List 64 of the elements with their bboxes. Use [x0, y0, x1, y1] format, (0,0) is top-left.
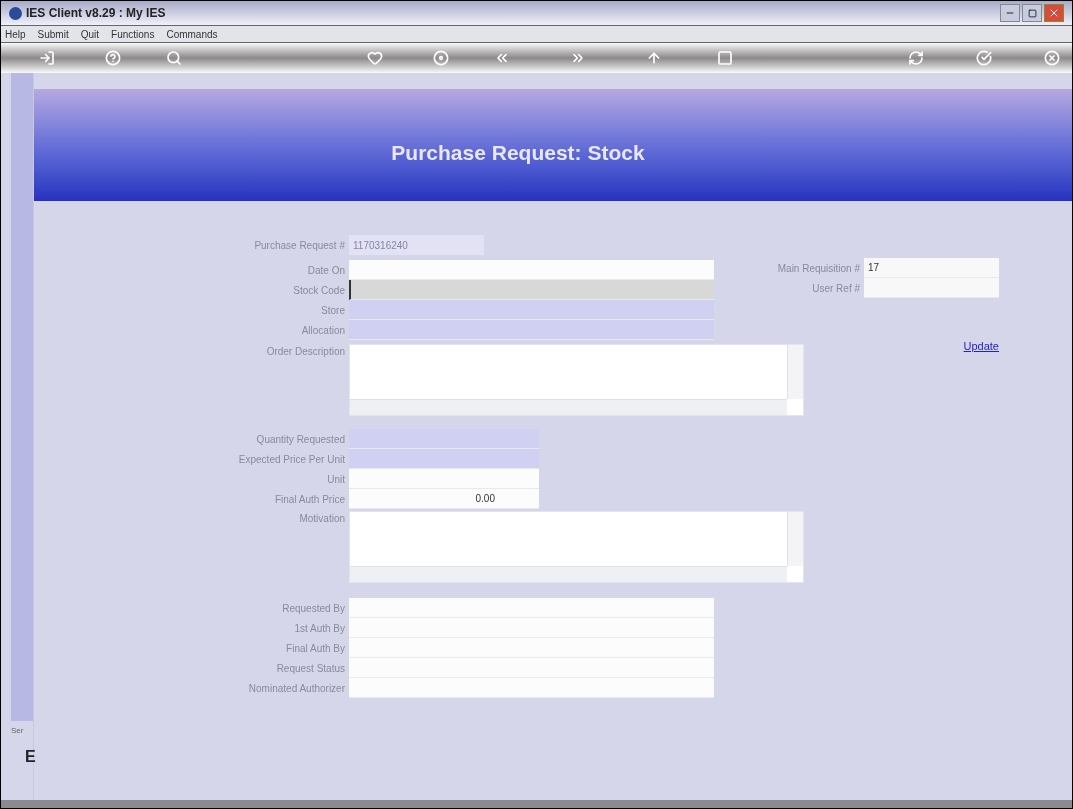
- text-field[interactable]: [349, 658, 714, 678]
- text-field[interactable]: [864, 278, 999, 298]
- text-field[interactable]: [349, 260, 714, 280]
- field-label: Quantity Requested: [256, 432, 345, 447]
- side-label: Ser: [11, 725, 25, 737]
- field-label: Motivation: [299, 512, 345, 526]
- up-arrow-icon[interactable]: [646, 50, 662, 66]
- text-field[interactable]: [349, 618, 714, 638]
- login-icon[interactable]: [39, 50, 55, 66]
- horizontal-scrollbar[interactable]: [350, 566, 787, 582]
- field-label: Final Auth By: [286, 641, 345, 656]
- maximize-icon: [1027, 8, 1037, 18]
- search-icon[interactable]: [166, 50, 182, 66]
- field-label: 1st Auth By: [294, 621, 345, 636]
- text-field[interactable]: [349, 638, 714, 658]
- field-label: Main Requisition #: [777, 261, 860, 276]
- field-label: Store: [321, 303, 345, 318]
- field-value: 0.00: [475, 492, 495, 506]
- menu-item[interactable]: Functions: [111, 26, 155, 42]
- field-label: Order Description: [266, 345, 345, 359]
- help-icon[interactable]: [105, 50, 121, 66]
- menu-item[interactable]: Submit: [37, 26, 69, 42]
- horizontal-scrollbar[interactable]: [350, 399, 787, 415]
- field-label: Allocation: [301, 323, 345, 338]
- field-label: Request Status: [276, 661, 345, 676]
- field-label: Unit: [327, 472, 345, 487]
- text-field[interactable]: [349, 469, 539, 489]
- field-label: User Ref #: [812, 281, 860, 296]
- vertical-scrollbar[interactable]: [787, 512, 803, 566]
- vertical-scrollbar[interactable]: [787, 345, 803, 399]
- text-field[interactable]: [349, 598, 714, 618]
- window-title: IES Client v8.29 : My IES: [26, 5, 166, 22]
- field-label: Date On: [307, 263, 345, 278]
- close-button[interactable]: [1044, 4, 1064, 22]
- text-field[interactable]: 17: [864, 258, 999, 278]
- field-label: Expected Price Per Unit: [238, 452, 345, 467]
- text-area[interactable]: [349, 344, 804, 416]
- text-field[interactable]: [349, 678, 714, 698]
- update-link[interactable]: Update: [963, 338, 999, 355]
- field-value: 1170316240: [353, 238, 408, 253]
- minimize-button[interactable]: [1000, 4, 1020, 22]
- disc-icon[interactable]: [433, 50, 449, 66]
- side-letter: E: [25, 747, 33, 767]
- menu-item[interactable]: Quit: [80, 26, 100, 42]
- text-field[interactable]: [349, 280, 714, 300]
- refresh-icon[interactable]: [908, 50, 924, 66]
- menu-item[interactable]: Commands: [166, 26, 218, 42]
- field-value: 17: [868, 261, 880, 275]
- close-icon[interactable]: [1044, 50, 1060, 66]
- square-icon[interactable]: [717, 50, 733, 66]
- text-field[interactable]: 0.00: [349, 489, 539, 509]
- field-label: Nominated Authorizer: [248, 681, 345, 696]
- check-icon[interactable]: [976, 50, 992, 66]
- field-label: Final Auth Price: [274, 492, 345, 507]
- text-area[interactable]: [349, 511, 804, 583]
- menu-item[interactable]: Help: [5, 26, 26, 42]
- field-label: Stock Code: [293, 283, 345, 298]
- maximize-button[interactable]: [1022, 4, 1042, 22]
- close-icon: [1048, 7, 1060, 19]
- field-label: Purchase Request #: [254, 238, 345, 253]
- page-title: Purchase Request: Stock: [391, 140, 645, 167]
- field-label: Requested By: [282, 601, 345, 616]
- app-icon: [9, 6, 22, 20]
- heart-icon[interactable]: [367, 50, 383, 66]
